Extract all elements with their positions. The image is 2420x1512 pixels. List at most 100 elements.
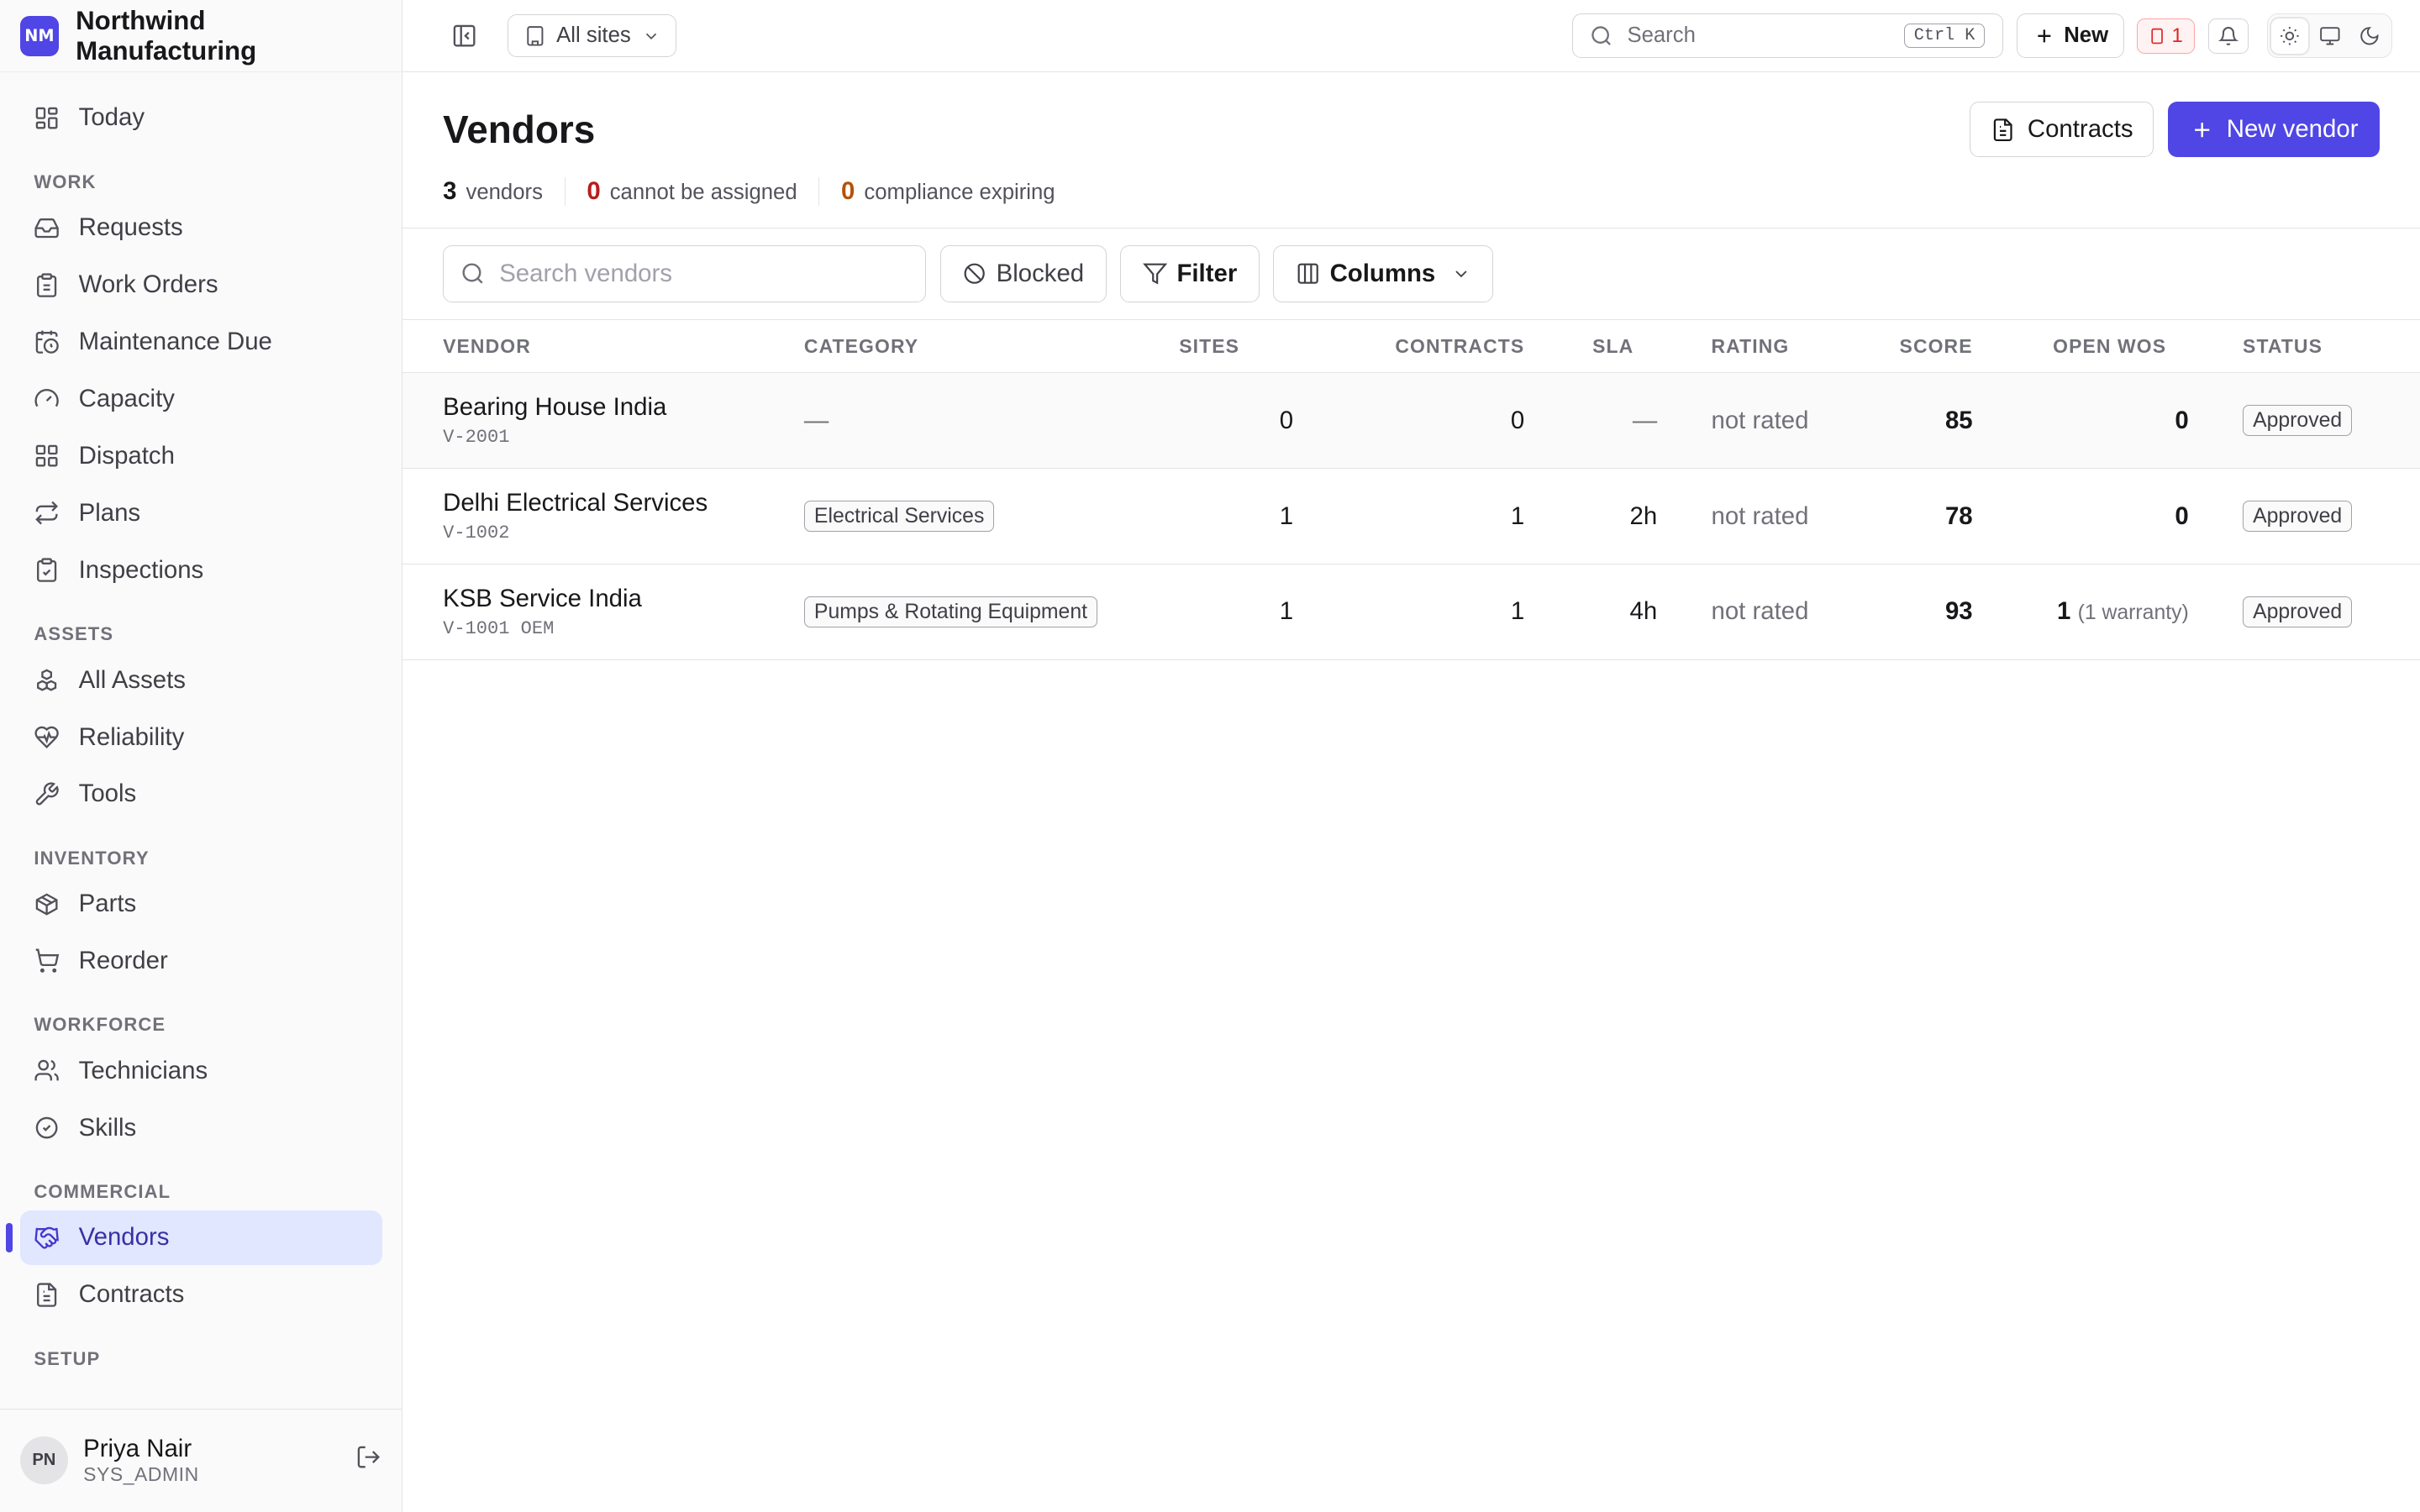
sidebar-item-label: Inspections — [78, 555, 204, 584]
table-toolbar: Search vendors Blocked Filter Columns — [402, 228, 2420, 321]
building-icon — [526, 25, 543, 46]
theme-light-button[interactable] — [2270, 18, 2308, 54]
site-selector[interactable]: All sites — [508, 13, 676, 58]
category-empty: — — [803, 406, 829, 434]
boxes-icon — [37, 669, 57, 691]
user-info: Priya Nair SYS_ADMIN — [83, 1435, 340, 1486]
category-cell: Electrical Services — [803, 468, 1180, 564]
sidebar-item-label: Work Orders — [78, 270, 218, 299]
column-header-rating[interactable]: RATING — [1657, 320, 1846, 374]
sidebar-item-reliability[interactable]: Reliability — [20, 710, 382, 764]
vendor-cell: KSB Service India V-1001 OEM — [402, 564, 804, 660]
brand[interactable]: NM Northwind Manufacturing — [0, 0, 402, 73]
sidebar-item-label: Reorder — [78, 947, 168, 975]
sidebar-item-parts[interactable]: Parts — [20, 877, 382, 931]
sidebar-item-technicians[interactable]: Technicians — [20, 1044, 382, 1098]
column-header-contracts[interactable]: CONTRACTS — [1293, 320, 1525, 374]
header-actions: Contracts New vendor — [1969, 102, 2381, 158]
column-header-score[interactable]: SCORE — [1845, 320, 1973, 374]
category-badge: Pumps & Rotating Equipment — [803, 596, 1098, 628]
column-header-category[interactable]: CATEGORY — [803, 320, 1180, 374]
sidebar-item-reorder[interactable]: Reorder — [20, 934, 382, 988]
logout-button[interactable] — [355, 1444, 381, 1477]
column-header-vendor[interactable]: VENDOR — [402, 320, 804, 374]
sidebar-item-capacity[interactable]: Capacity — [20, 372, 382, 426]
alerts-badge[interactable]: 1 — [2137, 18, 2195, 54]
sidebar-item-label: Tools — [78, 780, 137, 808]
table-header: VENDOR CATEGORY SITES CONTRACTS SLA RATI… — [402, 320, 2420, 374]
sidebar-item-requests[interactable]: Requests — [20, 201, 382, 255]
site-selector-value: All sites — [556, 24, 631, 48]
section-assets: ASSETS — [34, 623, 114, 645]
file-text-icon — [37, 1283, 57, 1307]
plus-icon — [2194, 122, 2209, 137]
sidebar-item-plans[interactable]: Plans — [20, 486, 382, 540]
toggle-sidebar-button[interactable] — [443, 14, 486, 57]
filter-button[interactable]: Filter — [1120, 245, 1260, 303]
table-row[interactable]: Delhi Electrical Services V-1002 Electri… — [402, 468, 2420, 564]
category-badge: Electrical Services — [803, 500, 995, 533]
section-workforce: WORKFORCE — [34, 1014, 166, 1036]
blocked-filter-button[interactable]: Blocked — [939, 245, 1107, 303]
vendor-name[interactable]: Delhi Electrical Services — [443, 489, 804, 517]
page-header: Vendors Contracts New vendor — [402, 72, 2420, 158]
repeat-icon — [35, 501, 59, 525]
plus-icon — [2037, 29, 2050, 43]
sidebar-item-all-assets[interactable]: All Assets — [20, 653, 382, 706]
new-vendor-button[interactable]: New vendor — [2167, 102, 2381, 158]
sidebar-item-work-orders[interactable]: Work Orders — [20, 258, 382, 312]
theme-dark-button[interactable] — [2351, 18, 2388, 54]
stat-expiring: 0 compliance expiring — [818, 177, 1076, 207]
sidebar-item-today[interactable]: Today — [20, 91, 382, 144]
users-icon — [34, 1059, 60, 1081]
open-wos-cell: 0 — [1972, 468, 2189, 564]
vendor-name[interactable]: KSB Service India — [443, 585, 804, 613]
column-header-sla[interactable]: SLA — [1524, 320, 1658, 374]
stat-unassignable-label: cannot be assigned — [609, 181, 797, 205]
sla-cell: — — [1524, 372, 1658, 470]
sidebar-item-vendors[interactable]: Vendors — [6, 1210, 382, 1265]
badge-check-icon — [36, 1116, 58, 1139]
status-cell: Approved — [2188, 372, 2420, 470]
main-content: All sites Search Ctrl K New 1 Vendors Co… — [402, 0, 2420, 1512]
user-role: SYS_ADMIN — [83, 1463, 199, 1486]
vendor-search-placeholder: Search vendors — [499, 260, 672, 288]
vendor-name[interactable]: Bearing House India — [443, 393, 804, 422]
sidebar-item-tools[interactable]: Tools — [20, 767, 382, 821]
new-vendor-button-label: New vendor — [2226, 115, 2359, 144]
columns-button[interactable]: Columns — [1273, 245, 1494, 303]
open-wos-cell: 0 — [1972, 372, 2189, 470]
package-icon — [36, 893, 58, 916]
table-row[interactable]: KSB Service India V-1001 OEM Pumps & Rot… — [402, 564, 2420, 660]
gauge-icon — [34, 389, 60, 407]
open-wos-cell: 1 (1 warranty) — [1972, 564, 2189, 660]
panel-left-icon — [453, 24, 476, 47]
columns-icon — [1297, 263, 1318, 285]
column-header-sites[interactable]: SITES — [1179, 320, 1294, 374]
column-header-open-wos[interactable]: OPEN WOS — [1972, 320, 2189, 374]
vendor-cell: Delhi Electrical Services V-1002 — [402, 468, 804, 564]
vendor-search-input[interactable]: Search vendors — [443, 245, 926, 303]
vendor-code: V-2001 — [443, 426, 510, 448]
dashboard-icon — [36, 107, 58, 129]
stat-vendors-label: vendors — [466, 181, 543, 205]
sidebar-item-dispatch[interactable]: Dispatch — [20, 429, 382, 483]
category-cell: Pumps & Rotating Equipment — [803, 564, 1180, 660]
score-cell: 78 — [1845, 468, 1973, 564]
contracts-button[interactable]: Contracts — [1969, 102, 2154, 158]
sidebar-item-label: Plans — [78, 498, 141, 527]
sidebar-item-label: Dispatch — [78, 441, 175, 470]
notifications-button[interactable] — [2208, 18, 2249, 54]
table-row[interactable]: Bearing House India V-2001 — 0 0 — not r… — [402, 372, 2420, 470]
sidebar-item-label: Skills — [78, 1113, 137, 1142]
theme-system-button[interactable] — [2311, 18, 2348, 54]
status-badge: Approved — [2243, 405, 2353, 437]
column-header-status[interactable]: STATUS — [2188, 320, 2420, 374]
sidebar-item-skills[interactable]: Skills — [20, 1101, 382, 1155]
sidebar-item-maintenance-due[interactable]: Maintenance Due — [20, 315, 382, 369]
user-profile[interactable]: PN Priya Nair SYS_ADMIN — [0, 1408, 402, 1512]
sidebar-item-inspections[interactable]: Inspections — [20, 543, 382, 597]
sidebar-item-contracts[interactable]: Contracts — [20, 1268, 382, 1321]
new-button[interactable]: New — [2017, 13, 2125, 59]
global-search-input[interactable]: Search Ctrl K — [1572, 13, 2003, 59]
